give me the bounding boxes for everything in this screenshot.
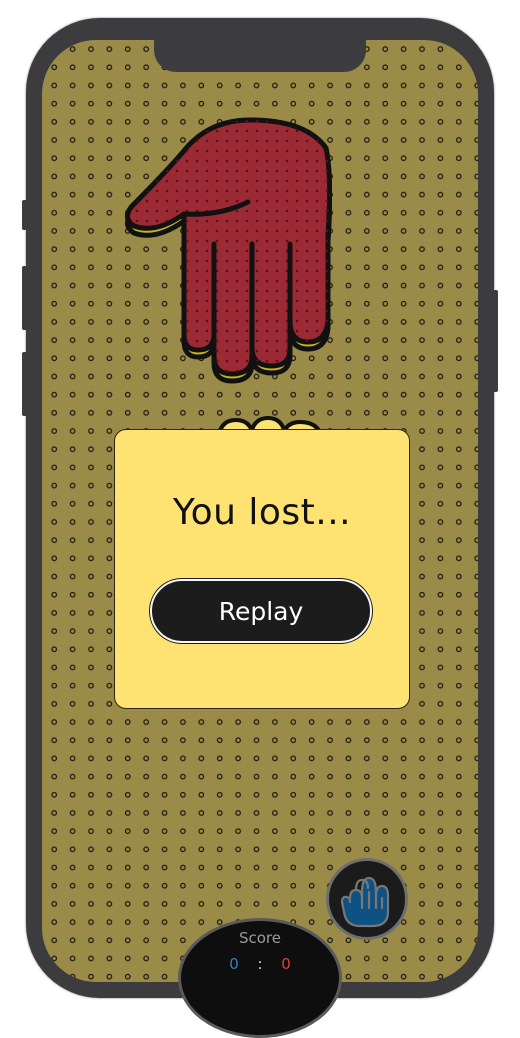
- score-panel: Score 0:0: [178, 918, 342, 1038]
- phone-notch: [154, 32, 366, 72]
- opponent-paper-hand-icon: [125, 117, 332, 384]
- replay-button[interactable]: Replay: [150, 579, 372, 643]
- opponent-score: 0: [281, 955, 291, 973]
- player-rock-choice-button[interactable]: [326, 858, 408, 940]
- power-button: [492, 290, 498, 392]
- volume-up-button: [22, 266, 28, 330]
- score-separator: :: [257, 955, 263, 973]
- rock-hand-icon: [340, 876, 390, 928]
- player-score: 0: [229, 955, 239, 973]
- score-row: 0:0: [181, 955, 339, 973]
- silent-switch: [22, 200, 28, 230]
- volume-down-button: [22, 352, 28, 416]
- result-modal: You lost... Replay: [114, 429, 410, 709]
- score-label: Score: [238, 929, 281, 947]
- result-title: You lost...: [172, 492, 352, 533]
